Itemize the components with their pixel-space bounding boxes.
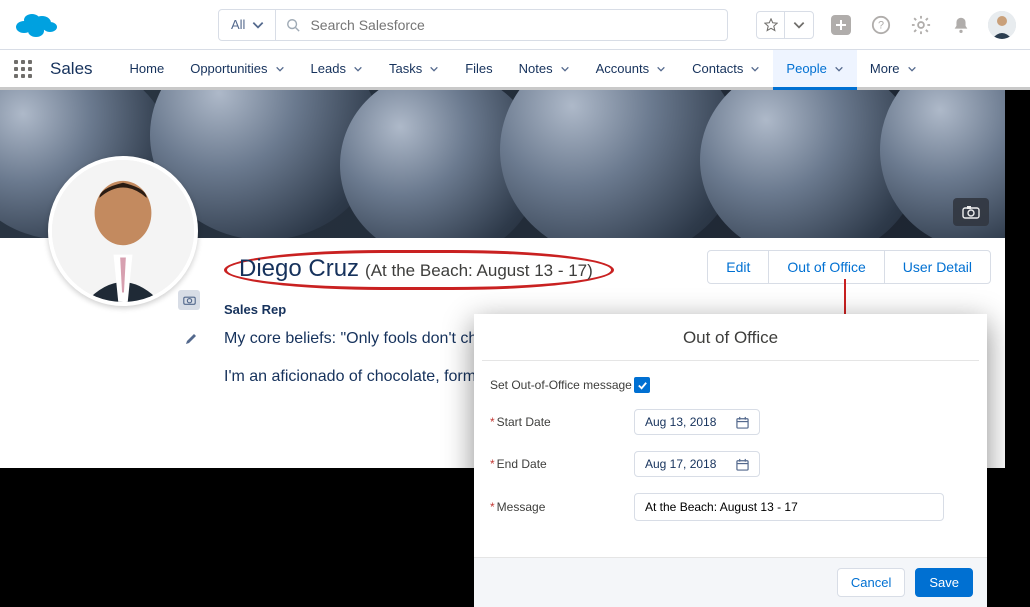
search-input[interactable] [310, 17, 717, 33]
modal-footer: Cancel Save [474, 557, 987, 607]
calendar-icon [736, 416, 749, 429]
start-date-value: Aug 13, 2018 [645, 415, 716, 429]
nav-item-label: People [786, 61, 826, 76]
avatar-camera-button[interactable] [178, 290, 200, 310]
cancel-button[interactable]: Cancel [837, 568, 905, 597]
row-message: Message [490, 493, 971, 521]
start-date-input[interactable]: Aug 13, 2018 [634, 409, 760, 435]
user-avatar-small[interactable] [988, 11, 1016, 39]
nav: Home Opportunities Leads Tasks Files Notes Acc… [117, 50, 930, 87]
calendar-icon [736, 458, 749, 471]
message-label: Message [490, 500, 634, 514]
favorite-star-icon[interactable] [757, 12, 785, 38]
user-detail-button[interactable]: User Detail [884, 250, 991, 284]
profile-actions: Edit Out of Office User Detail [708, 250, 991, 284]
chevron-down-icon [750, 64, 760, 74]
nav-item-label: Leads [311, 61, 346, 76]
notifications-bell-icon[interactable] [948, 12, 974, 38]
row-start-date: Start Date Aug 13, 2018 [490, 409, 971, 435]
nav-item-home[interactable]: Home [117, 50, 178, 90]
nav-item-files[interactable]: Files [452, 50, 505, 90]
chevron-down-icon [251, 18, 265, 32]
out-of-office-modal: Out of Office Set Out-of-Office message … [474, 314, 987, 607]
nav-item-label: Files [465, 61, 492, 76]
search-scope[interactable]: All [219, 10, 276, 40]
favorites-group [756, 11, 814, 39]
nav-item-tasks[interactable]: Tasks [376, 50, 452, 90]
nav-item-people[interactable]: People [773, 50, 856, 90]
add-icon[interactable] [828, 12, 854, 38]
chevron-down-icon [429, 64, 439, 74]
chevron-down-icon [275, 64, 285, 74]
end-date-label: End Date [490, 457, 634, 471]
nav-item-label: Notes [519, 61, 553, 76]
nav-item-label: Contacts [692, 61, 743, 76]
chevron-down-icon [656, 64, 666, 74]
edit-pencil-icon[interactable] [184, 332, 198, 349]
user-avatar-large [48, 156, 198, 306]
nav-item-leads[interactable]: Leads [298, 50, 376, 90]
context-bar: Sales Home Opportunities Leads Tasks Files No… [0, 50, 1030, 90]
out-of-office-button[interactable]: Out of Office [768, 250, 884, 284]
set-message-label: Set Out-of-Office message [490, 378, 634, 392]
setup-gear-icon[interactable] [908, 12, 934, 38]
end-date-value: Aug 17, 2018 [645, 457, 716, 471]
chevron-down-icon [560, 64, 570, 74]
chevron-down-icon [353, 64, 363, 74]
profile-status: (At the Beach: August 13 - 17) [365, 261, 593, 281]
app-launcher-icon[interactable] [14, 60, 32, 78]
edit-button[interactable]: Edit [707, 250, 769, 284]
profile-name: Diego Cruz [239, 255, 359, 283]
global-header: All ? [0, 0, 1030, 50]
chevron-down-icon [907, 64, 917, 74]
chevron-down-icon [834, 64, 844, 74]
header-utilities: ? [756, 11, 1016, 39]
search-icon [286, 18, 300, 32]
ooo-form: Set Out-of-Office message Start Date Aug… [474, 361, 987, 557]
search-scope-label: All [231, 17, 245, 32]
favorites-dropdown-icon[interactable] [785, 12, 813, 38]
set-message-checkbox[interactable] [634, 377, 650, 393]
global-search[interactable]: All [218, 9, 728, 41]
banner-camera-button[interactable] [953, 198, 989, 226]
nav-item-label: Accounts [596, 61, 649, 76]
nav-item-opportunities[interactable]: Opportunities [177, 50, 297, 90]
row-end-date: End Date Aug 17, 2018 [490, 451, 971, 477]
save-button[interactable]: Save [915, 568, 973, 597]
start-date-label: Start Date [490, 415, 634, 429]
nav-item-label: Home [130, 61, 165, 76]
search-input-wrap [276, 17, 727, 33]
nav-item-notes[interactable]: Notes [506, 50, 583, 90]
row-set-message: Set Out-of-Office message [490, 377, 971, 393]
nav-item-contacts[interactable]: Contacts [679, 50, 773, 90]
name-highlight: Diego Cruz (At the Beach: August 13 - 17… [224, 250, 614, 290]
help-icon[interactable]: ? [868, 12, 894, 38]
message-input[interactable] [634, 493, 944, 521]
nav-item-label: Tasks [389, 61, 422, 76]
end-date-input[interactable]: Aug 17, 2018 [634, 451, 760, 477]
app-name: Sales [50, 59, 93, 79]
nav-item-more[interactable]: More [857, 50, 930, 90]
svg-text:?: ? [878, 19, 884, 31]
nav-item-accounts[interactable]: Accounts [583, 50, 679, 90]
salesforce-logo [14, 10, 58, 40]
nav-item-label: More [870, 61, 900, 76]
nav-item-label: Opportunities [190, 61, 267, 76]
modal-title: Out of Office [474, 314, 987, 360]
